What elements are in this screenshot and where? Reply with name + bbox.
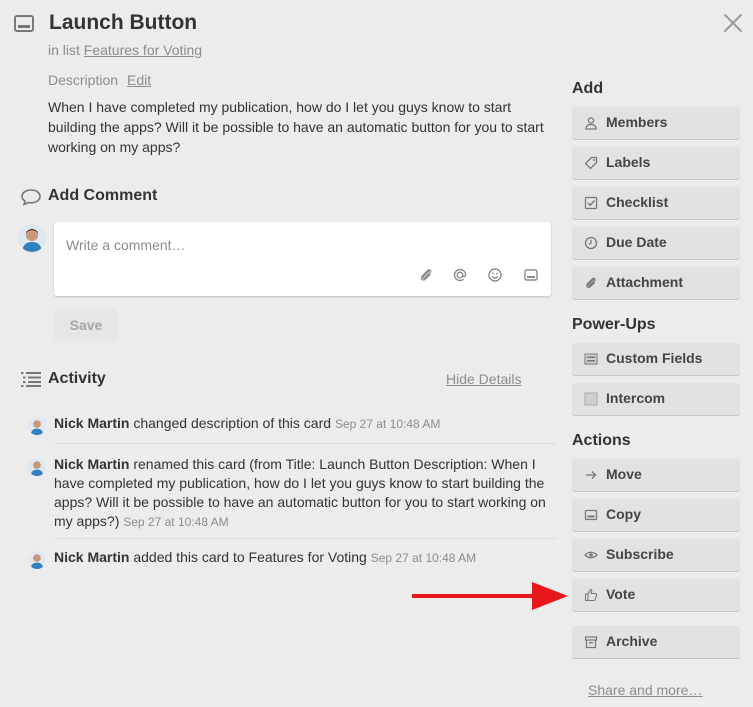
due-date-label: Due Date	[606, 234, 667, 250]
custom-fields-button[interactable]: Custom Fields	[572, 343, 740, 375]
avatar	[18, 224, 46, 252]
vote-label: Vote	[606, 586, 636, 602]
activity-user[interactable]: Nick Martin	[54, 456, 129, 472]
subscribe-button[interactable]: Subscribe	[572, 539, 740, 571]
intercom-label: Intercom	[606, 390, 666, 406]
hide-details-link[interactable]: Hide Details	[446, 371, 521, 387]
description-label: Description	[48, 72, 119, 88]
arrow-right-icon	[586, 471, 597, 479]
person-icon	[585, 117, 597, 130]
activity-timestamp[interactable]: Sep 27 at 10:48 AM	[371, 551, 476, 565]
emoji-icon[interactable]	[487, 267, 503, 283]
avatar	[28, 551, 46, 569]
copy-button[interactable]: Copy	[572, 499, 740, 531]
checklist-button[interactable]: Checklist	[572, 187, 740, 219]
activity-timestamp[interactable]: Sep 27 at 10:48 AM	[335, 417, 440, 431]
labels-label: Labels	[606, 154, 651, 170]
divider	[54, 443, 557, 444]
members-button[interactable]: Members	[572, 107, 740, 139]
eye-icon	[584, 551, 598, 559]
archive-label: Archive	[606, 633, 658, 649]
activity-user[interactable]: Nick Martin	[54, 549, 129, 565]
description-text: When I have completed my publication, ho…	[48, 99, 544, 155]
archive-button[interactable]: Archive	[572, 626, 740, 658]
copy-label: Copy	[606, 506, 641, 522]
card-title[interactable]: Launch Button	[49, 11, 197, 35]
avatar	[28, 458, 46, 476]
attachment-icon[interactable]	[418, 267, 434, 283]
card-icon	[14, 15, 34, 32]
in-list-line: in list Features for Voting	[48, 42, 202, 58]
activity-description: added this card to Features for Voting	[133, 549, 367, 565]
intercom-icon	[584, 392, 598, 406]
checkbox-icon	[584, 196, 598, 210]
actions-heading: Actions	[572, 432, 631, 449]
avatar	[28, 417, 46, 435]
in-list-prefix: in list	[48, 42, 80, 58]
members-label: Members	[606, 114, 668, 130]
share-and-more-link[interactable]: Share and more…	[588, 682, 702, 698]
add-comment-heading: Add Comment	[48, 187, 158, 204]
custom-fields-icon	[584, 353, 598, 365]
annotation-arrow	[412, 582, 568, 610]
activity-list-icon	[21, 372, 41, 387]
description-edit-link[interactable]: Edit	[127, 72, 151, 88]
close-icon[interactable]	[722, 12, 744, 34]
activity-description: changed description of this card	[133, 415, 332, 431]
custom-fields-label: Custom Fields	[606, 350, 703, 366]
move-label: Move	[606, 466, 642, 482]
comment-input[interactable]	[64, 232, 538, 258]
card-icon[interactable]	[523, 267, 539, 283]
activity-item: Nick Martin added this card to Features …	[54, 548, 559, 568]
activity-item: Nick Martin renamed this card (from Titl…	[54, 455, 559, 532]
vote-button[interactable]: Vote	[572, 579, 740, 611]
activity-item: Nick Martin changed description of this …	[54, 414, 559, 434]
due-date-button[interactable]: Due Date	[572, 227, 740, 259]
paperclip-icon	[586, 277, 596, 289]
intercom-button[interactable]: Intercom	[572, 383, 740, 415]
comment-box	[54, 222, 551, 296]
speech-bubble-icon	[21, 189, 41, 206]
power-ups-heading: Power-Ups	[572, 316, 656, 333]
save-button[interactable]: Save	[54, 309, 118, 341]
attachment-label: Attachment	[606, 274, 684, 290]
add-heading: Add	[572, 80, 604, 97]
subscribe-label: Subscribe	[606, 546, 674, 562]
clock-icon	[584, 236, 598, 250]
archive-icon	[584, 636, 598, 649]
attachment-button[interactable]: Attachment	[572, 267, 740, 299]
labels-button[interactable]: Labels	[572, 147, 740, 179]
thumbs-up-icon	[584, 588, 598, 602]
activity-timestamp[interactable]: Sep 27 at 10:48 AM	[123, 515, 228, 529]
tag-icon	[584, 156, 598, 170]
checklist-label: Checklist	[606, 194, 669, 210]
activity-user[interactable]: Nick Martin	[54, 415, 129, 431]
list-name-link[interactable]: Features for Voting	[84, 42, 202, 58]
mention-icon[interactable]	[452, 267, 468, 283]
divider	[54, 538, 557, 539]
activity-heading: Activity	[48, 370, 106, 387]
card-icon	[584, 509, 598, 521]
move-button[interactable]: Move	[572, 459, 740, 491]
